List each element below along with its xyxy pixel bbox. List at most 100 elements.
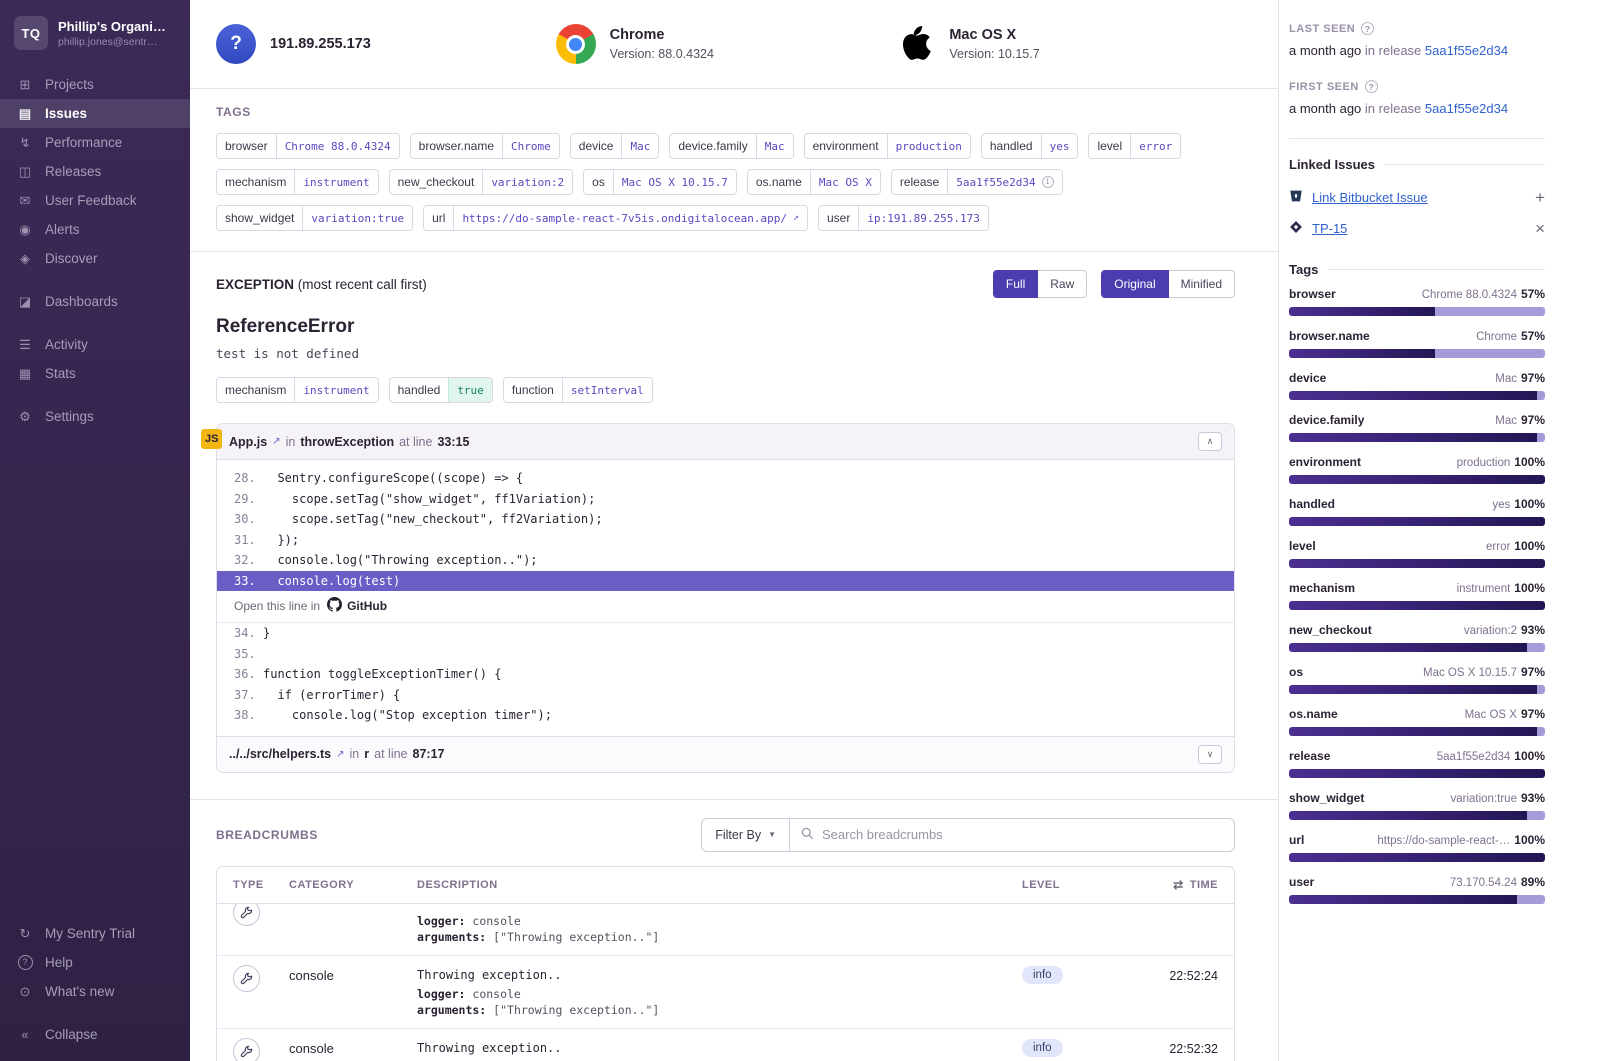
tag-pill-os-name[interactable]: os.nameMac OS X [747, 169, 881, 195]
sidebar-item-performance[interactable]: ↯Performance [0, 128, 190, 157]
sidebar-item-releases[interactable]: ◫Releases [0, 157, 190, 186]
breadcrumb-row[interactable]: consoleThrowing exception..logger: conso… [217, 956, 1234, 1029]
tag-pill-environment[interactable]: environmentproduction [804, 133, 971, 159]
tag-dist-device[interactable]: deviceMac97% [1289, 371, 1545, 400]
close-icon[interactable]: × [1535, 220, 1545, 237]
view-raw-button[interactable]: Raw [1038, 270, 1087, 298]
sort-icon[interactable]: ⇄ [1173, 878, 1184, 892]
breadcrumb-category [289, 913, 417, 945]
sidebar-item-activity[interactable]: ☰Activity [0, 330, 190, 359]
tag-pill-device[interactable]: deviceMac [570, 133, 660, 159]
search-input[interactable] [822, 827, 1223, 842]
sidebar-item-my-sentry-trial[interactable]: ↻My Sentry Trial [0, 919, 190, 948]
tag-dist-user[interactable]: user73.170.54.2489% [1289, 875, 1545, 904]
sidebar-item-settings[interactable]: ⚙Settings [0, 402, 190, 431]
sidebar-item-collapse[interactable]: «Collapse [0, 1020, 190, 1049]
tag-pill-device-family[interactable]: device.familyMac [669, 133, 793, 159]
sidebar-item-issues[interactable]: ▤Issues [0, 99, 190, 128]
right-panel: LAST SEEN? a month ago in release 5aa1f5… [1278, 0, 1600, 1061]
help-tooltip-icon[interactable]: ? [1365, 80, 1378, 93]
sidebar-item-projects[interactable]: ⊞Projects [0, 70, 190, 99]
code-line[interactable]: 32. console.log("Throwing exception.."); [217, 550, 1234, 571]
github-link[interactable]: GitHub [327, 597, 387, 615]
tag-pill-user[interactable]: userip:191.89.255.173 [818, 205, 989, 231]
tag-dist-release[interactable]: release5aa1f55e2d34100% [1289, 749, 1545, 778]
stack-frame-header[interactable]: App.js ↗ in throwException at line 33:15… [217, 424, 1234, 460]
tag-dist-environment[interactable]: environmentproduction100% [1289, 455, 1545, 484]
code-line[interactable]: 38. console.log("Stop exception timer"); [217, 705, 1234, 726]
code-line[interactable]: 33. console.log(test) [217, 571, 1234, 592]
external-link-icon[interactable]: ↗ [336, 749, 344, 760]
tag-pill-browser[interactable]: browserChrome 88.0.4324 [216, 133, 400, 159]
collapsed-frame-row[interactable]: ../../src/helpers.ts ↗ in r at line 87:1… [217, 736, 1234, 772]
code-line[interactable]: 28. Sentry.configureScope((scope) => { [217, 468, 1234, 489]
linked-issue-link[interactable]: TP-15 [1312, 221, 1347, 236]
last-seen-block: LAST SEEN? a month ago in release 5aa1f5… [1289, 22, 1545, 58]
tag-dist-os-name[interactable]: os.nameMac OS X97% [1289, 707, 1545, 736]
breadcrumb-row[interactable]: consoleThrowing exception..logger: conso… [217, 1029, 1234, 1061]
sidebar-item-help[interactable]: ?Help [0, 948, 190, 977]
tag-dist-handled[interactable]: handledyes100% [1289, 497, 1545, 526]
breadcrumb-row[interactable]: logger: consolearguments: ["Throwing exc… [217, 904, 1234, 956]
code-line[interactable]: 34.} [217, 623, 1234, 644]
sidebar-item-what-s-new[interactable]: ⊙What's new [0, 977, 190, 1006]
sidebar-item-discover[interactable]: ◈Discover [0, 244, 190, 273]
level-badge: info [1022, 1039, 1063, 1057]
source-original-button[interactable]: Original [1101, 270, 1168, 298]
sidebar-item-stats[interactable]: ▦Stats [0, 359, 190, 388]
tag-distribution-bar [1289, 601, 1545, 610]
tag-pill-handled[interactable]: handledyes [981, 133, 1079, 159]
sidebar-item-alerts[interactable]: ◉Alerts [0, 215, 190, 244]
frame-lineno: 87:17 [413, 747, 445, 761]
tag-dist-show-widget[interactable]: show_widgetvariation:true93% [1289, 791, 1545, 820]
tag-pill-new-checkout[interactable]: new_checkoutvariation:2 [389, 169, 574, 195]
filter-by-button[interactable]: Filter By▼ [701, 818, 790, 852]
collapse-frame-button[interactable]: ∧ [1198, 432, 1222, 451]
tag-dist-new-checkout[interactable]: new_checkoutvariation:293% [1289, 623, 1545, 652]
tag-pill-mechanism[interactable]: mechanisminstrument [216, 169, 379, 195]
tag-dist-os[interactable]: osMac OS X 10.15.797% [1289, 665, 1545, 694]
tag-pill-level[interactable]: levelerror [1088, 133, 1181, 159]
sidebar-item-dashboards[interactable]: ◪Dashboards [0, 287, 190, 316]
exception-section: EXCEPTION (most recent call first) Full … [190, 252, 1278, 800]
source-toggle-group: Original Minified [1101, 270, 1235, 298]
release-link[interactable]: 5aa1f55e2d34 [1425, 43, 1508, 58]
org-switcher[interactable]: TQ Phillip's Organiz… phillip.jones@sent… [0, 0, 190, 64]
code-line[interactable]: 30. scope.setTag("new_checkout", ff2Vari… [217, 509, 1234, 530]
help-tooltip-icon[interactable]: ? [1361, 22, 1374, 35]
unknown-user-icon: ? [216, 24, 256, 64]
expand-frame-button[interactable]: ∨ [1198, 745, 1222, 764]
plus-icon[interactable]: + [1535, 189, 1545, 206]
tag-pill-release[interactable]: release5aa1f55e2d34i [891, 169, 1063, 195]
external-link-icon[interactable]: ↗ [272, 436, 280, 447]
tag-dist-device-family[interactable]: device.familyMac97% [1289, 413, 1545, 442]
org-avatar: TQ [14, 16, 48, 50]
code-line[interactable]: 31. }); [217, 530, 1234, 551]
sidebar-item-label: Issues [45, 106, 87, 121]
release-link[interactable]: 5aa1f55e2d34 [1425, 101, 1508, 116]
tag-pill-function[interactable]: functionsetInterval [503, 377, 653, 403]
tag-pill-handled[interactable]: handledtrue [389, 377, 493, 403]
tag-pill-url[interactable]: urlhttps://do-sample-react-7v5is.ondigit… [423, 205, 808, 231]
tag-dist-browser-name[interactable]: browser.nameChrome57% [1289, 329, 1545, 358]
tag-dist-level[interactable]: levelerror100% [1289, 539, 1545, 568]
tag-pill-os[interactable]: osMac OS X 10.15.7 [583, 169, 737, 195]
tag-pill-browser-name[interactable]: browser.nameChrome [410, 133, 560, 159]
tag-distribution-bar [1289, 517, 1545, 526]
code-line[interactable]: 36.function toggleExceptionTimer() { [217, 664, 1234, 685]
code-line[interactable]: 35. [217, 644, 1234, 665]
code-line[interactable]: 29. scope.setTag("show_widget", ff1Varia… [217, 489, 1234, 510]
tag-dist-url[interactable]: urlhttps://do-sample-react-…100% [1289, 833, 1545, 862]
sidebar-item-user-feedback[interactable]: ✉User Feedback [0, 186, 190, 215]
link-bitbucket-issue[interactable]: Link Bitbucket Issue [1312, 190, 1428, 205]
view-full-button[interactable]: Full [993, 270, 1038, 298]
external-link-icon: ↗ [793, 213, 799, 223]
code-line[interactable]: 37. if (errorTimer) { [217, 685, 1234, 706]
source-minified-button[interactable]: Minified [1169, 270, 1235, 298]
tags-heading: Tags [1289, 262, 1545, 277]
tag-pill-show-widget[interactable]: show_widgetvariation:true [216, 205, 413, 231]
tag-dist-mechanism[interactable]: mechanisminstrument100% [1289, 581, 1545, 610]
tag-distribution-bar [1289, 895, 1545, 904]
tag-dist-browser[interactable]: browserChrome 88.0.432457% [1289, 287, 1545, 316]
tag-pill-mechanism[interactable]: mechanisminstrument [216, 377, 379, 403]
